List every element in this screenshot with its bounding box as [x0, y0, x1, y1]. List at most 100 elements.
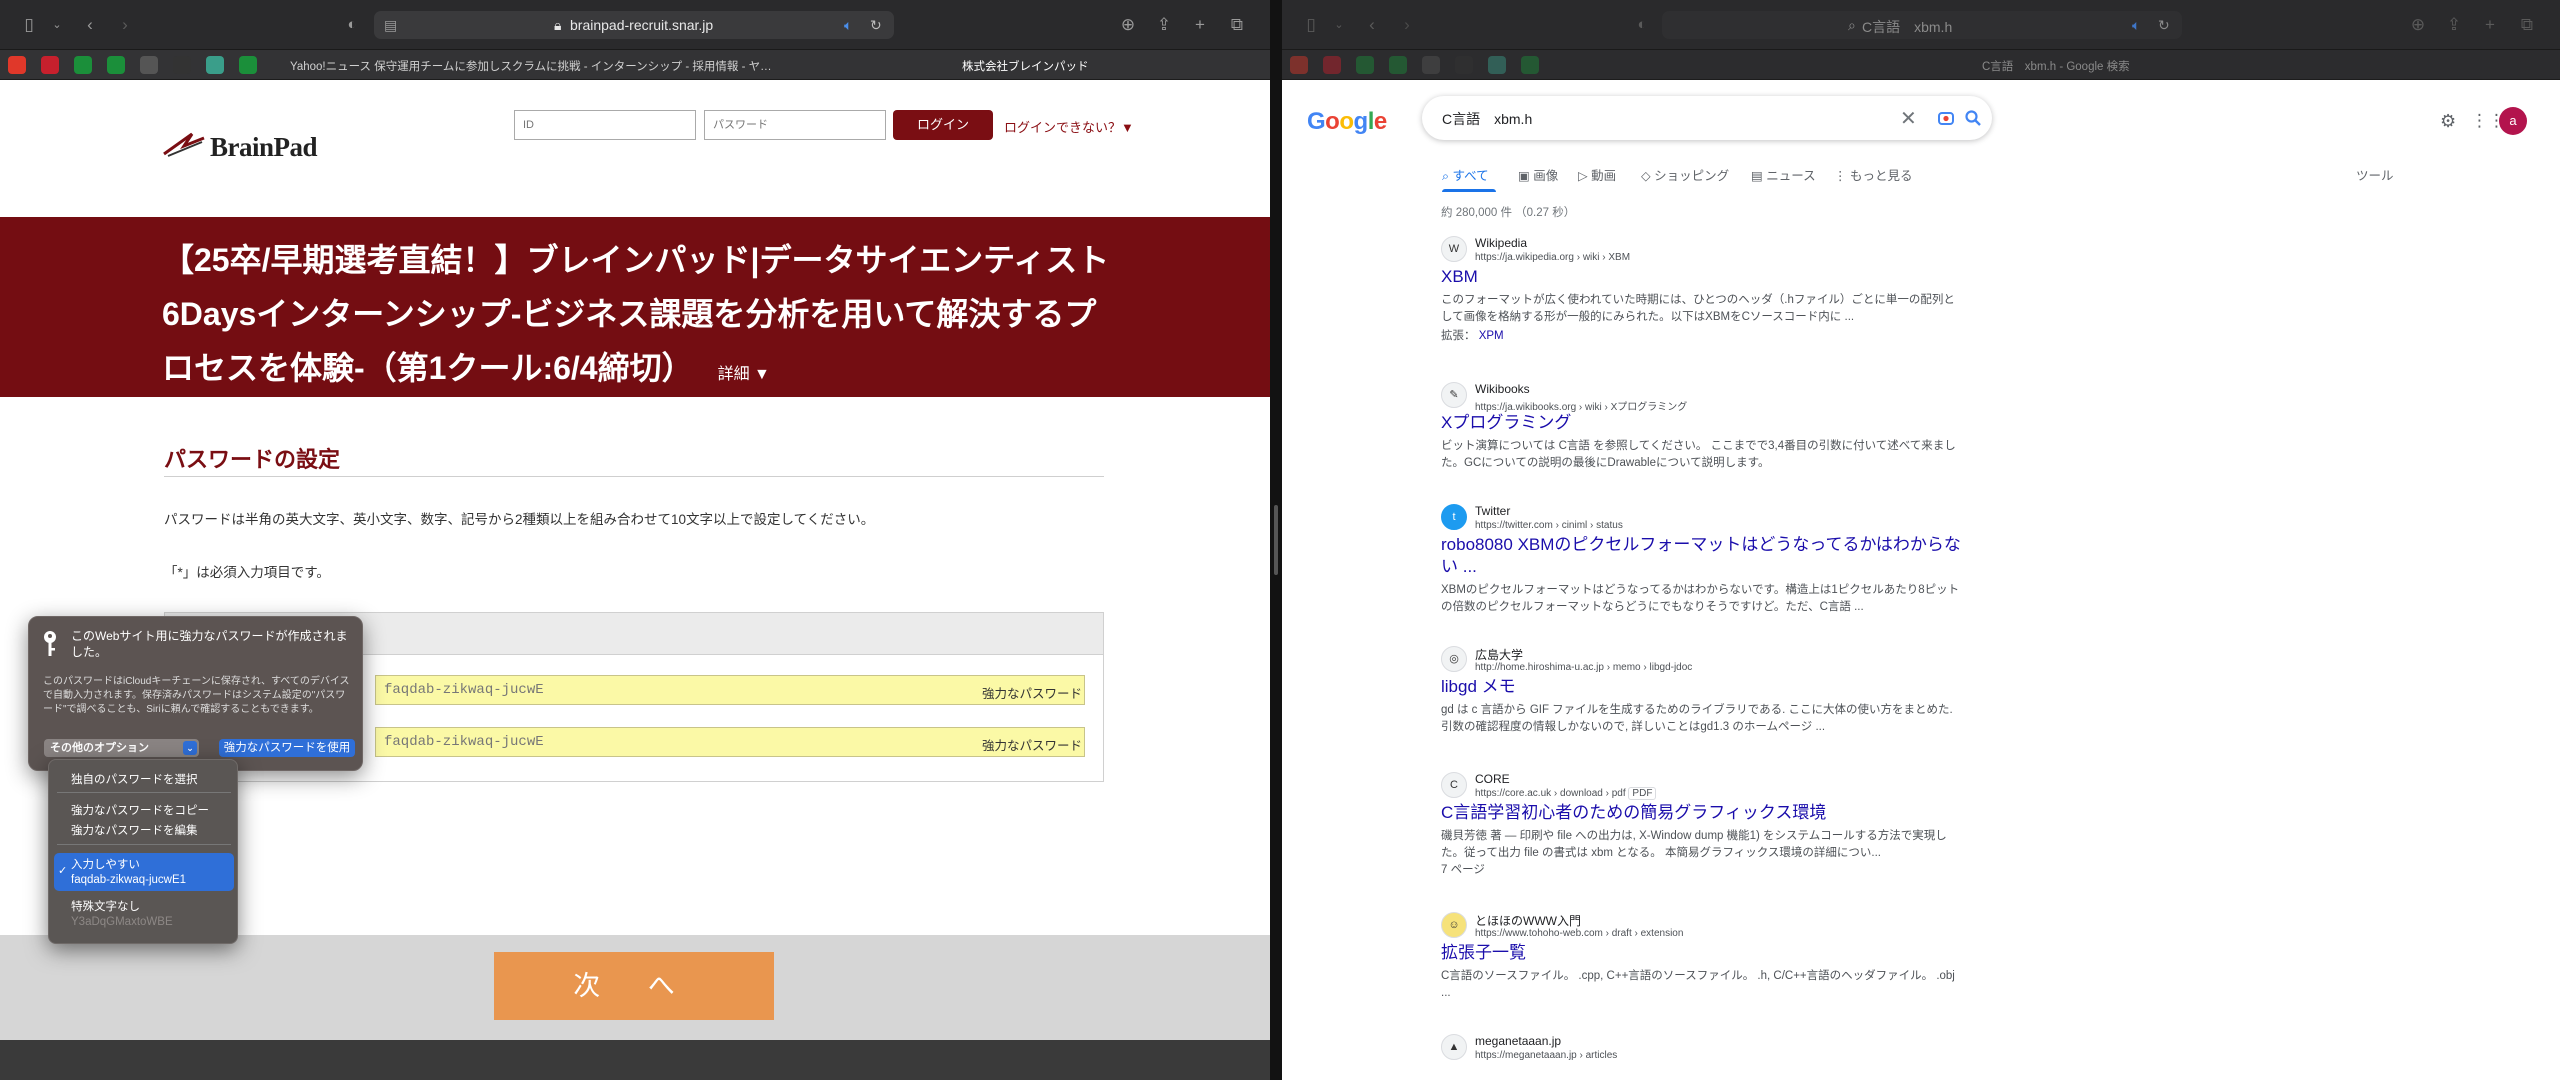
result-title-link[interactable]: C言語学習初心者のための簡易グラフィックス環境: [1441, 802, 1961, 824]
tab-overview-icon[interactable]: ⧉: [1226, 14, 1248, 36]
privacy-shield-icon[interactable]: ◐: [1632, 14, 1652, 36]
login-password-input[interactable]: [704, 110, 886, 140]
result-title-link[interactable]: XBM: [1441, 266, 1961, 288]
bookmark-favicon-icon[interactable]: [1455, 56, 1473, 74]
result-title-link[interactable]: robo8080 XBMのピクセルフォーマットはどうなってるかはわからない ..…: [1441, 534, 1961, 578]
job-banner: 【25卒/早期選考直結！】ブレインパッド|データサイエンティスト6Daysインタ…: [0, 217, 1270, 397]
settings-gear-icon[interactable]: ⚙: [2440, 111, 2456, 132]
bookmark-favicon-icon[interactable]: [1521, 56, 1539, 74]
other-options-label: その他のオプション: [50, 742, 149, 754]
split-view-divider[interactable]: [1270, 0, 1282, 1080]
search-icon: ⌕: [1848, 17, 1856, 33]
menu-choose-own[interactable]: 独自のパスワードを選択: [71, 771, 198, 787]
tools-button[interactable]: ツール: [2356, 165, 2394, 184]
core-favicon: C: [1441, 772, 1467, 798]
other-options-button[interactable]: その他のオプション ⌄: [44, 739, 199, 757]
xpm-link[interactable]: XPM: [1479, 330, 1504, 342]
bookmark-favicon-icon[interactable]: [1323, 56, 1341, 74]
tab-videos[interactable]: ▷ 動画: [1578, 165, 1616, 184]
audio-icon[interactable]: 🔈︎: [2132, 17, 2140, 34]
share-icon[interactable]: ⇪: [1154, 14, 1174, 36]
result-site: CORE: [1475, 772, 1510, 786]
next-button[interactable]: 次 へ: [494, 952, 774, 1020]
page-footer: [0, 1040, 1270, 1080]
bookmark-favicon-icon[interactable]: [140, 56, 158, 74]
tab-images[interactable]: ▣ 画像: [1518, 165, 1558, 184]
result-title-link[interactable]: Xプログラミング: [1441, 412, 1961, 434]
bookmark-favicon-icon[interactable]: [206, 56, 224, 74]
chevron-down-icon[interactable]: ⌄: [50, 14, 64, 36]
lens-icon[interactable]: [1937, 109, 1955, 127]
download-icon[interactable]: ⊕: [2408, 14, 2428, 36]
yahoo-tab-label[interactable]: Yahoo!ニュース 保守運用チームに参加しスクラムに挑戦 - インターンシップ…: [290, 58, 772, 74]
password-confirm-value: faqdab-zikwaq-jucwE: [384, 734, 544, 750]
bookmark-favicon-icon[interactable]: [1389, 56, 1407, 74]
bookmark-favicon-icon[interactable]: [41, 56, 59, 74]
account-avatar[interactable]: a: [2499, 107, 2527, 135]
new-tab-icon[interactable]: +: [1190, 14, 1210, 36]
result-title-link[interactable]: libgd メモ: [1441, 676, 1961, 698]
left-favorites-bar: Yahoo!ニュース 保守運用チームに参加しスクラムに挑戦 - インターンシップ…: [0, 50, 1270, 80]
search-query[interactable]: C言語 xbm.h: [1442, 109, 1532, 129]
result-site: Twitter: [1475, 504, 1511, 518]
forward-icon[interactable]: ›: [115, 14, 135, 36]
google-logo[interactable]: Google: [1307, 108, 1387, 136]
back-icon[interactable]: ‹: [80, 14, 100, 36]
result-title-link[interactable]: 拡張子一覧: [1441, 942, 1961, 964]
google-results-page: Google C言語 xbm.h ✕ ⚙ ⋮⋮ a ⌕ すべて ▣ 画像 ▷ 動…: [1282, 80, 2560, 1080]
privacy-shield-icon[interactable]: ◐: [342, 14, 362, 36]
reload-icon[interactable]: ↻: [2158, 17, 2170, 34]
audio-icon[interactable]: 🔈︎: [844, 17, 852, 34]
share-icon[interactable]: ⇪: [2444, 14, 2464, 36]
login-help-link[interactable]: ログインできない？▼: [1004, 117, 1134, 136]
result-snippet: C言語のソースファイル。 .cpp, C++言語のソースファイル。 .h, C/…: [1441, 970, 1955, 999]
sidebar-toggle-icon[interactable]: ▯: [1300, 14, 1322, 36]
bookmark-favicon-icon[interactable]: [1488, 56, 1506, 74]
bookmark-favicon-icon[interactable]: [74, 56, 92, 74]
bookmark-favicon-icon[interactable]: [239, 56, 257, 74]
tab-overview-icon[interactable]: ⧉: [2516, 14, 2538, 36]
bookmark-favicon-icon[interactable]: [1356, 56, 1374, 74]
chevron-down-icon[interactable]: ⌄: [1332, 14, 1346, 36]
divider-grip[interactable]: [1274, 505, 1278, 575]
tab-all[interactable]: ⌕ すべて: [1442, 165, 1489, 184]
tab-images-label: 画像: [1533, 169, 1559, 183]
tab-videos-label: 動画: [1591, 169, 1617, 183]
bookmark-favicon-icon[interactable]: [1422, 56, 1440, 74]
new-tab-icon[interactable]: +: [2480, 14, 2500, 36]
google-tab-label[interactable]: C言語 xbm.h - Google 検索: [1982, 58, 2130, 74]
bookmark-favicon-icon[interactable]: [107, 56, 125, 74]
tab-shopping-label: ショッピング: [1654, 169, 1730, 183]
google-search-box[interactable]: C言語 xbm.h ✕: [1422, 96, 1992, 140]
active-tab-label[interactable]: 株式会社ブレインパッド: [962, 58, 1089, 74]
tab-shopping[interactable]: ◇ ショッピング: [1641, 165, 1729, 184]
clear-icon[interactable]: ✕: [1900, 106, 1917, 131]
bookmark-favicon-icon[interactable]: [1290, 56, 1308, 74]
tab-more[interactable]: ⋮ もっと見る: [1834, 165, 1913, 184]
login-button[interactable]: ログイン: [893, 110, 993, 140]
detail-toggle[interactable]: 詳細 ▼: [718, 366, 770, 383]
sidebar-toggle-icon[interactable]: ▯: [18, 14, 40, 36]
download-icon[interactable]: ⊕: [1118, 14, 1138, 36]
password-confirm-input[interactable]: faqdab-zikwaq-jucwE 強力なパスワード: [375, 727, 1085, 757]
tab-news[interactable]: ▤ ニュース: [1751, 165, 1816, 184]
bookmark-favicon-icon[interactable]: [8, 56, 26, 74]
password-input[interactable]: faqdab-zikwaq-jucwE 強力なパスワード: [375, 675, 1085, 705]
use-strong-password-button[interactable]: 強力なパスワードを使用: [219, 739, 355, 757]
reload-icon[interactable]: ↻: [870, 17, 882, 34]
bookmark-favicon-icon[interactable]: [173, 56, 191, 74]
result-breadcrumb: https://ja.wikipedia.org › wiki › XBM: [1475, 252, 1631, 263]
forward-icon[interactable]: ›: [1397, 14, 1417, 36]
wikipedia-favicon: W: [1441, 236, 1467, 262]
back-icon[interactable]: ‹: [1362, 14, 1382, 36]
login-id-input[interactable]: [514, 110, 696, 140]
search-icon[interactable]: [1964, 109, 1982, 127]
result-breadcrumb: https://core.ac.uk › download › pdf PDF: [1475, 787, 1657, 800]
right-address-bar[interactable]: ⌕ C言語 xbm.h 🔈︎ ↻: [1662, 11, 2182, 39]
brainpad-logo[interactable]: BrainPad: [162, 128, 318, 164]
left-address-bar[interactable]: ▤ 🔒︎ brainpad-recruit.snar.jp 🔈︎ ↻: [374, 11, 894, 39]
password-value: faqdab-zikwaq-jucwE: [384, 682, 544, 698]
menu-copy-strong[interactable]: 強力なパスワードをコピー: [71, 802, 209, 818]
menu-edit-strong[interactable]: 強力なパスワードを編集: [71, 822, 198, 838]
menu-no-special[interactable]: 特殊文字なし: [71, 898, 140, 914]
